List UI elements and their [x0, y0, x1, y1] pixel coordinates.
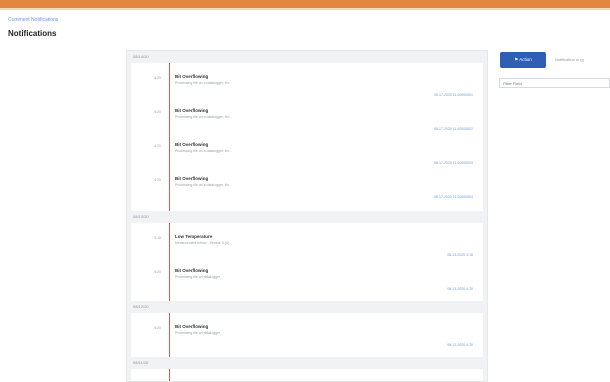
- notification-item[interactable]: 4:20 Bit Overflowing Processing file on …: [131, 317, 483, 351]
- item-date-link[interactable]: 08-12-2020 4:20: [447, 343, 473, 347]
- filter-input[interactable]: [499, 78, 610, 88]
- item-time: 3:15: [154, 236, 161, 240]
- item-title[interactable]: Bit Overflowing: [175, 108, 208, 113]
- item-title[interactable]: Bit Overflowing: [175, 142, 208, 147]
- item-time: 4:20: [154, 76, 161, 80]
- action-button[interactable]: ⚑ Action: [500, 52, 546, 68]
- item-date-link[interactable]: 08-13-2020 3:15: [447, 253, 473, 257]
- notification-item[interactable]: 4:20 Bit Overflowing Processing file on …: [131, 169, 483, 203]
- item-time: 4:20: [154, 326, 161, 330]
- item-time: 4:20: [154, 270, 161, 274]
- item-time: 4:20: [154, 178, 161, 182]
- item-title[interactable]: Bit Overflowing: [175, 324, 208, 329]
- date-group: 4:20 Bit Overflowing Processing file on …: [131, 313, 483, 357]
- item-subtitle: Processing file on a datalogger, thr...: [175, 183, 232, 187]
- date-group: 3:15 Low Temperature Measurement below -…: [131, 223, 483, 301]
- top-accent-shadow: [0, 8, 610, 10]
- action-icon: ⚑: [514, 57, 519, 62]
- date-group-header: 08/14/20: [133, 54, 149, 59]
- notification-settings-link[interactable]: Notification in (g: [555, 57, 584, 62]
- date-group-header: 08/11/20: [133, 360, 149, 365]
- item-date-link[interactable]: 08-17-2020 11:20000002: [434, 127, 473, 131]
- item-title[interactable]: Bit Overflowing: [175, 74, 208, 79]
- action-button-label: Action: [519, 57, 532, 62]
- item-subtitle: Processing file on datalogger: [175, 331, 221, 335]
- item-title[interactable]: Bit Overflowing: [175, 268, 208, 273]
- item-subtitle: Processing file on a datalogger, thr...: [175, 81, 232, 85]
- notification-timeline: 08/14/20 4:20 Bit Overflowing Processing…: [126, 50, 488, 382]
- item-date-link[interactable]: 08-13-2020 4:20: [447, 287, 473, 291]
- item-time: 4:20: [154, 144, 161, 148]
- item-title[interactable]: Bit Overflowing: [175, 176, 208, 181]
- item-subtitle: Processing file on a datalogger, thr...: [175, 115, 232, 119]
- item-date-link[interactable]: 08-17-2020 11:20000004: [434, 195, 473, 199]
- notification-item[interactable]: 3:15 Low Temperature Measurement below -…: [131, 227, 483, 261]
- item-subtitle: Measurement below - Sensor 3 (A): [175, 241, 230, 245]
- date-group-header: 08/13/20: [133, 214, 149, 219]
- breadcrumb[interactable]: Comment Notifications: [8, 17, 58, 23]
- item-date-link[interactable]: 08-17-2020 11:20000003: [434, 161, 473, 165]
- page-title: Notifications: [8, 29, 57, 38]
- top-accent-bar: [0, 0, 610, 8]
- item-subtitle: Processing file on a datalogger, thr...: [175, 149, 232, 153]
- item-date-link[interactable]: 08-17-2020 11:20000001: [434, 93, 473, 97]
- item-title[interactable]: Low Temperature: [175, 234, 212, 239]
- notification-item[interactable]: 4:20 Bit Overflowing Processing file on …: [131, 261, 483, 295]
- notification-item[interactable]: 4:20 Bit Overflowing Processing file on …: [131, 135, 483, 169]
- notification-item[interactable]: 4:20 Bit Overflowing Processing file on …: [131, 67, 483, 101]
- date-group: 4:20 Bit Overflowing Processing file on …: [131, 63, 483, 211]
- item-subtitle: Processing file on datalogger: [175, 275, 221, 279]
- notification-item[interactable]: 4:20 Bit Overflowing Processing file on …: [131, 101, 483, 135]
- item-time: 4:20: [154, 110, 161, 114]
- date-group-header: 08/12/20: [133, 304, 149, 309]
